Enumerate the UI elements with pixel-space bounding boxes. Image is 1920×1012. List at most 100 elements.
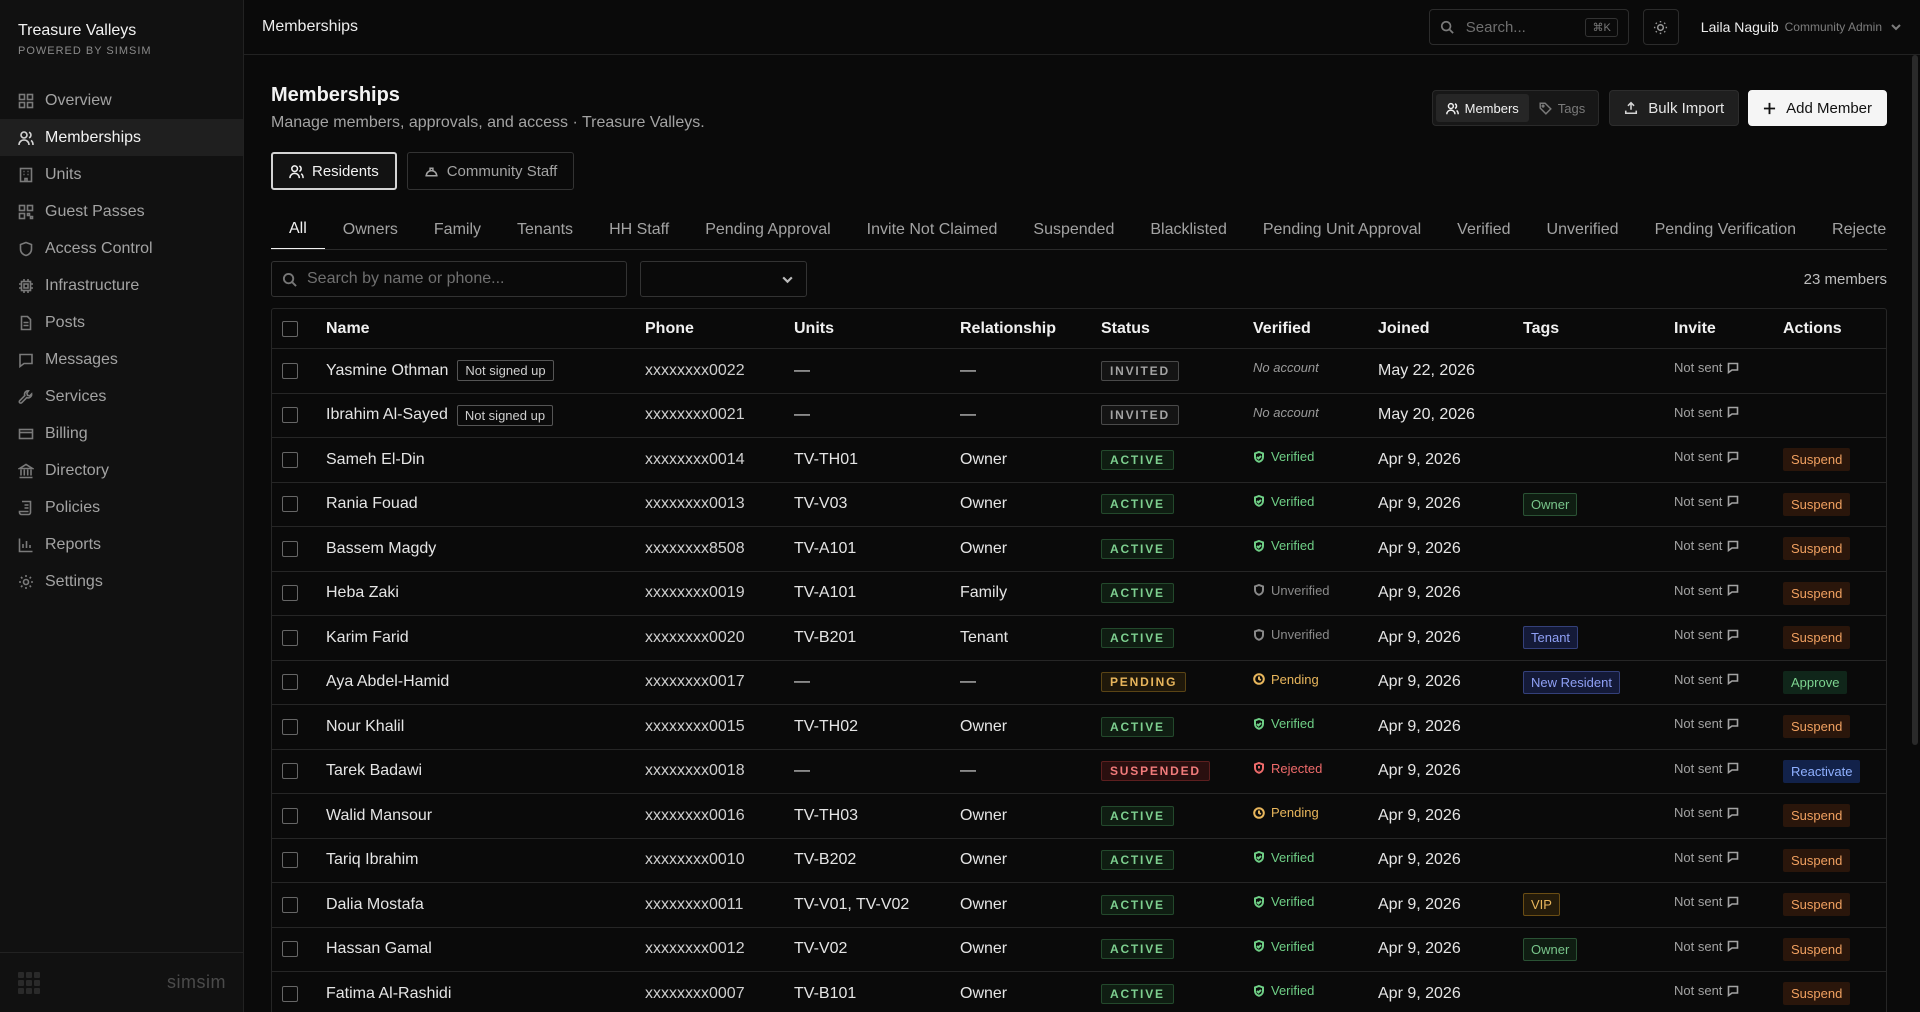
message-icon[interactable] — [1727, 629, 1739, 641]
table-row[interactable]: Walid Mansour xxxxxxxx0016 TV-TH03 Owner ACT… — [272, 794, 1886, 839]
sidebar-item-overview[interactable]: Overview — [0, 82, 243, 119]
select-all-checkbox[interactable] — [282, 320, 298, 337]
message-icon[interactable] — [1727, 362, 1739, 374]
sidebar-item-infrastructure[interactable]: Infrastructure — [0, 267, 243, 304]
tab-unverified[interactable]: Unverified — [1529, 210, 1637, 249]
row-checkbox[interactable] — [282, 407, 298, 424]
member-name[interactable]: Karim Farid — [326, 629, 409, 647]
tab-owners[interactable]: Owners — [325, 210, 416, 249]
row-action-button[interactable]: Suspend — [1783, 626, 1851, 650]
row-checkbox[interactable] — [282, 451, 298, 468]
sidebar-item-directory[interactable]: Directory — [0, 452, 243, 489]
row-action-button[interactable]: Approve — [1783, 670, 1848, 694]
sidebar-item-settings[interactable]: Settings — [0, 563, 243, 600]
bulk-import-button[interactable]: Bulk Import — [1609, 90, 1740, 126]
table-row[interactable]: Aya Abdel-Hamid xxxxxxxx0017 — — PENDING Pend… — [272, 661, 1886, 705]
toggle-members[interactable]: Members — [1435, 94, 1529, 122]
table-row[interactable]: Tarek Badawi xxxxxxxx0018 — — SUSPENDED Rejec… — [272, 750, 1886, 794]
message-icon[interactable] — [1727, 584, 1739, 596]
row-action-button[interactable]: Suspend — [1783, 893, 1851, 917]
member-name[interactable]: Fatima Al-Rashidi — [326, 985, 451, 1003]
col-name[interactable]: Name — [326, 320, 370, 338]
global-search[interactable]: Search... ⌘K — [1428, 9, 1629, 45]
row-checkbox[interactable] — [282, 852, 298, 869]
sidebar-item-messages[interactable]: Messages — [0, 341, 243, 378]
row-action-button[interactable]: Suspend — [1783, 848, 1851, 872]
row-checkbox[interactable] — [282, 985, 298, 1002]
table-row[interactable]: Karim Farid xxxxxxxx0020 TV-B201 Tenant ACTI… — [272, 616, 1886, 661]
sidebar-item-access-control[interactable]: Access Control — [0, 230, 243, 267]
tab-all[interactable]: All — [271, 210, 325, 249]
filter-select[interactable] — [640, 261, 807, 297]
table-row[interactable]: Ibrahim Al-Sayed Not signed up xxxxxxxx002… — [272, 394, 1886, 438]
message-icon[interactable] — [1727, 896, 1739, 908]
table-row[interactable]: Heba Zaki xxxxxxxx0019 TV-A101 Family ACTIVE… — [272, 572, 1886, 616]
col-status[interactable]: Status — [1101, 320, 1150, 338]
table-row[interactable]: Sameh El-Din xxxxxxxx0014 TV-TH01 Owner ACTI… — [272, 438, 1886, 483]
row-checkbox[interactable] — [282, 629, 298, 646]
member-name[interactable]: Heba Zaki — [326, 584, 399, 602]
row-checkbox[interactable] — [282, 718, 298, 735]
table-row[interactable]: Fatima Al-Rashidi xxxxxxxx0007 TV-B101 Owne… — [272, 972, 1886, 1012]
member-name[interactable]: Aya Abdel-Hamid — [326, 673, 449, 691]
row-checkbox[interactable] — [282, 362, 298, 379]
member-name[interactable]: Tariq Ibrahim — [326, 851, 418, 869]
app-grid-icon[interactable] — [18, 971, 40, 994]
sidebar-item-guest-passes[interactable]: Guest Passes — [0, 193, 243, 230]
message-icon[interactable] — [1727, 940, 1739, 952]
message-icon[interactable] — [1727, 807, 1739, 819]
table-row[interactable]: Tariq Ibrahim xxxxxxxx0010 TV-B202 Owner ACT… — [272, 839, 1886, 883]
row-checkbox[interactable] — [282, 763, 298, 780]
message-icon[interactable] — [1727, 540, 1739, 552]
row-action-button[interactable]: Suspend — [1783, 804, 1851, 828]
message-icon[interactable] — [1727, 495, 1739, 507]
table-row[interactable]: Nour Khalil xxxxxxxx0015 TV-TH02 Owner ACTIV… — [272, 705, 1886, 750]
toggle-tags[interactable]: Tags — [1529, 94, 1595, 122]
tab-pending-verification[interactable]: Pending Verification — [1637, 210, 1814, 249]
member-name[interactable]: Hassan Gamal — [326, 940, 432, 958]
row-checkbox[interactable] — [282, 496, 298, 513]
message-icon[interactable] — [1727, 673, 1739, 685]
tab-family[interactable]: Family — [416, 210, 499, 249]
row-action-button[interactable]: Suspend — [1783, 581, 1851, 605]
sidebar-item-reports[interactable]: Reports — [0, 526, 243, 563]
message-icon[interactable] — [1727, 985, 1739, 997]
member-name[interactable]: Nour Khalil — [326, 718, 404, 736]
row-action-button[interactable]: Suspend — [1783, 715, 1851, 739]
member-name[interactable]: Sameh El-Din — [326, 451, 425, 469]
tab-pending-approval[interactable]: Pending Approval — [687, 210, 848, 249]
message-icon[interactable] — [1727, 406, 1739, 418]
tab-suspended[interactable]: Suspended — [1015, 210, 1132, 249]
row-checkbox[interactable] — [282, 941, 298, 958]
tab-pending-unit-approval[interactable]: Pending Unit Approval — [1245, 210, 1439, 249]
add-member-button[interactable]: Add Member — [1748, 90, 1887, 126]
member-name[interactable]: Tarek Badawi — [326, 762, 422, 780]
row-checkbox[interactable] — [282, 807, 298, 824]
row-action-button[interactable]: Reactivate — [1783, 759, 1861, 783]
segment-residents[interactable]: Residents — [271, 152, 397, 190]
tab-invite-not-claimed[interactable]: Invite Not Claimed — [849, 210, 1016, 249]
tab-blacklisted[interactable]: Blacklisted — [1132, 210, 1244, 249]
message-icon[interactable] — [1727, 718, 1739, 730]
message-icon[interactable] — [1727, 762, 1739, 774]
table-row[interactable]: Hassan Gamal xxxxxxxx0012 TV-V02 Owner ACTIV… — [272, 928, 1886, 972]
table-row[interactable]: Bassem Magdy xxxxxxxx8508 TV-A101 Owner ACTI… — [272, 527, 1886, 572]
sidebar-item-policies[interactable]: Policies — [0, 489, 243, 526]
segment-community-staff[interactable]: Community Staff — [406, 152, 575, 190]
member-name[interactable]: Bassem Magdy — [326, 540, 436, 558]
tab-hh-staff[interactable]: HH Staff — [591, 210, 687, 249]
row-action-button[interactable]: Suspend — [1783, 448, 1851, 472]
table-row[interactable]: Yasmine Othman Not signed up xxxxxxxx0022 —… — [272, 349, 1886, 394]
member-name[interactable]: Dalia Mostafa — [326, 896, 424, 914]
sidebar-item-billing[interactable]: Billing — [0, 415, 243, 452]
table-row[interactable]: Rania Fouad xxxxxxxx0013 TV-V03 Owner ACTIVE… — [272, 483, 1886, 527]
theme-toggle-button[interactable] — [1642, 9, 1679, 45]
row-action-button[interactable]: Suspend — [1783, 492, 1851, 516]
row-action-button[interactable]: Suspend — [1783, 937, 1851, 961]
member-search-input[interactable]: Search by name or phone... — [271, 261, 627, 297]
row-checkbox[interactable] — [282, 896, 298, 913]
table-row[interactable]: Dalia Mostafa xxxxxxxx0011 TV-V01, TV-V02 O… — [272, 883, 1886, 928]
col-units[interactable]: Units — [794, 320, 834, 338]
col-phone[interactable]: Phone — [645, 320, 694, 338]
member-name[interactable]: Yasmine Othman — [326, 362, 448, 380]
